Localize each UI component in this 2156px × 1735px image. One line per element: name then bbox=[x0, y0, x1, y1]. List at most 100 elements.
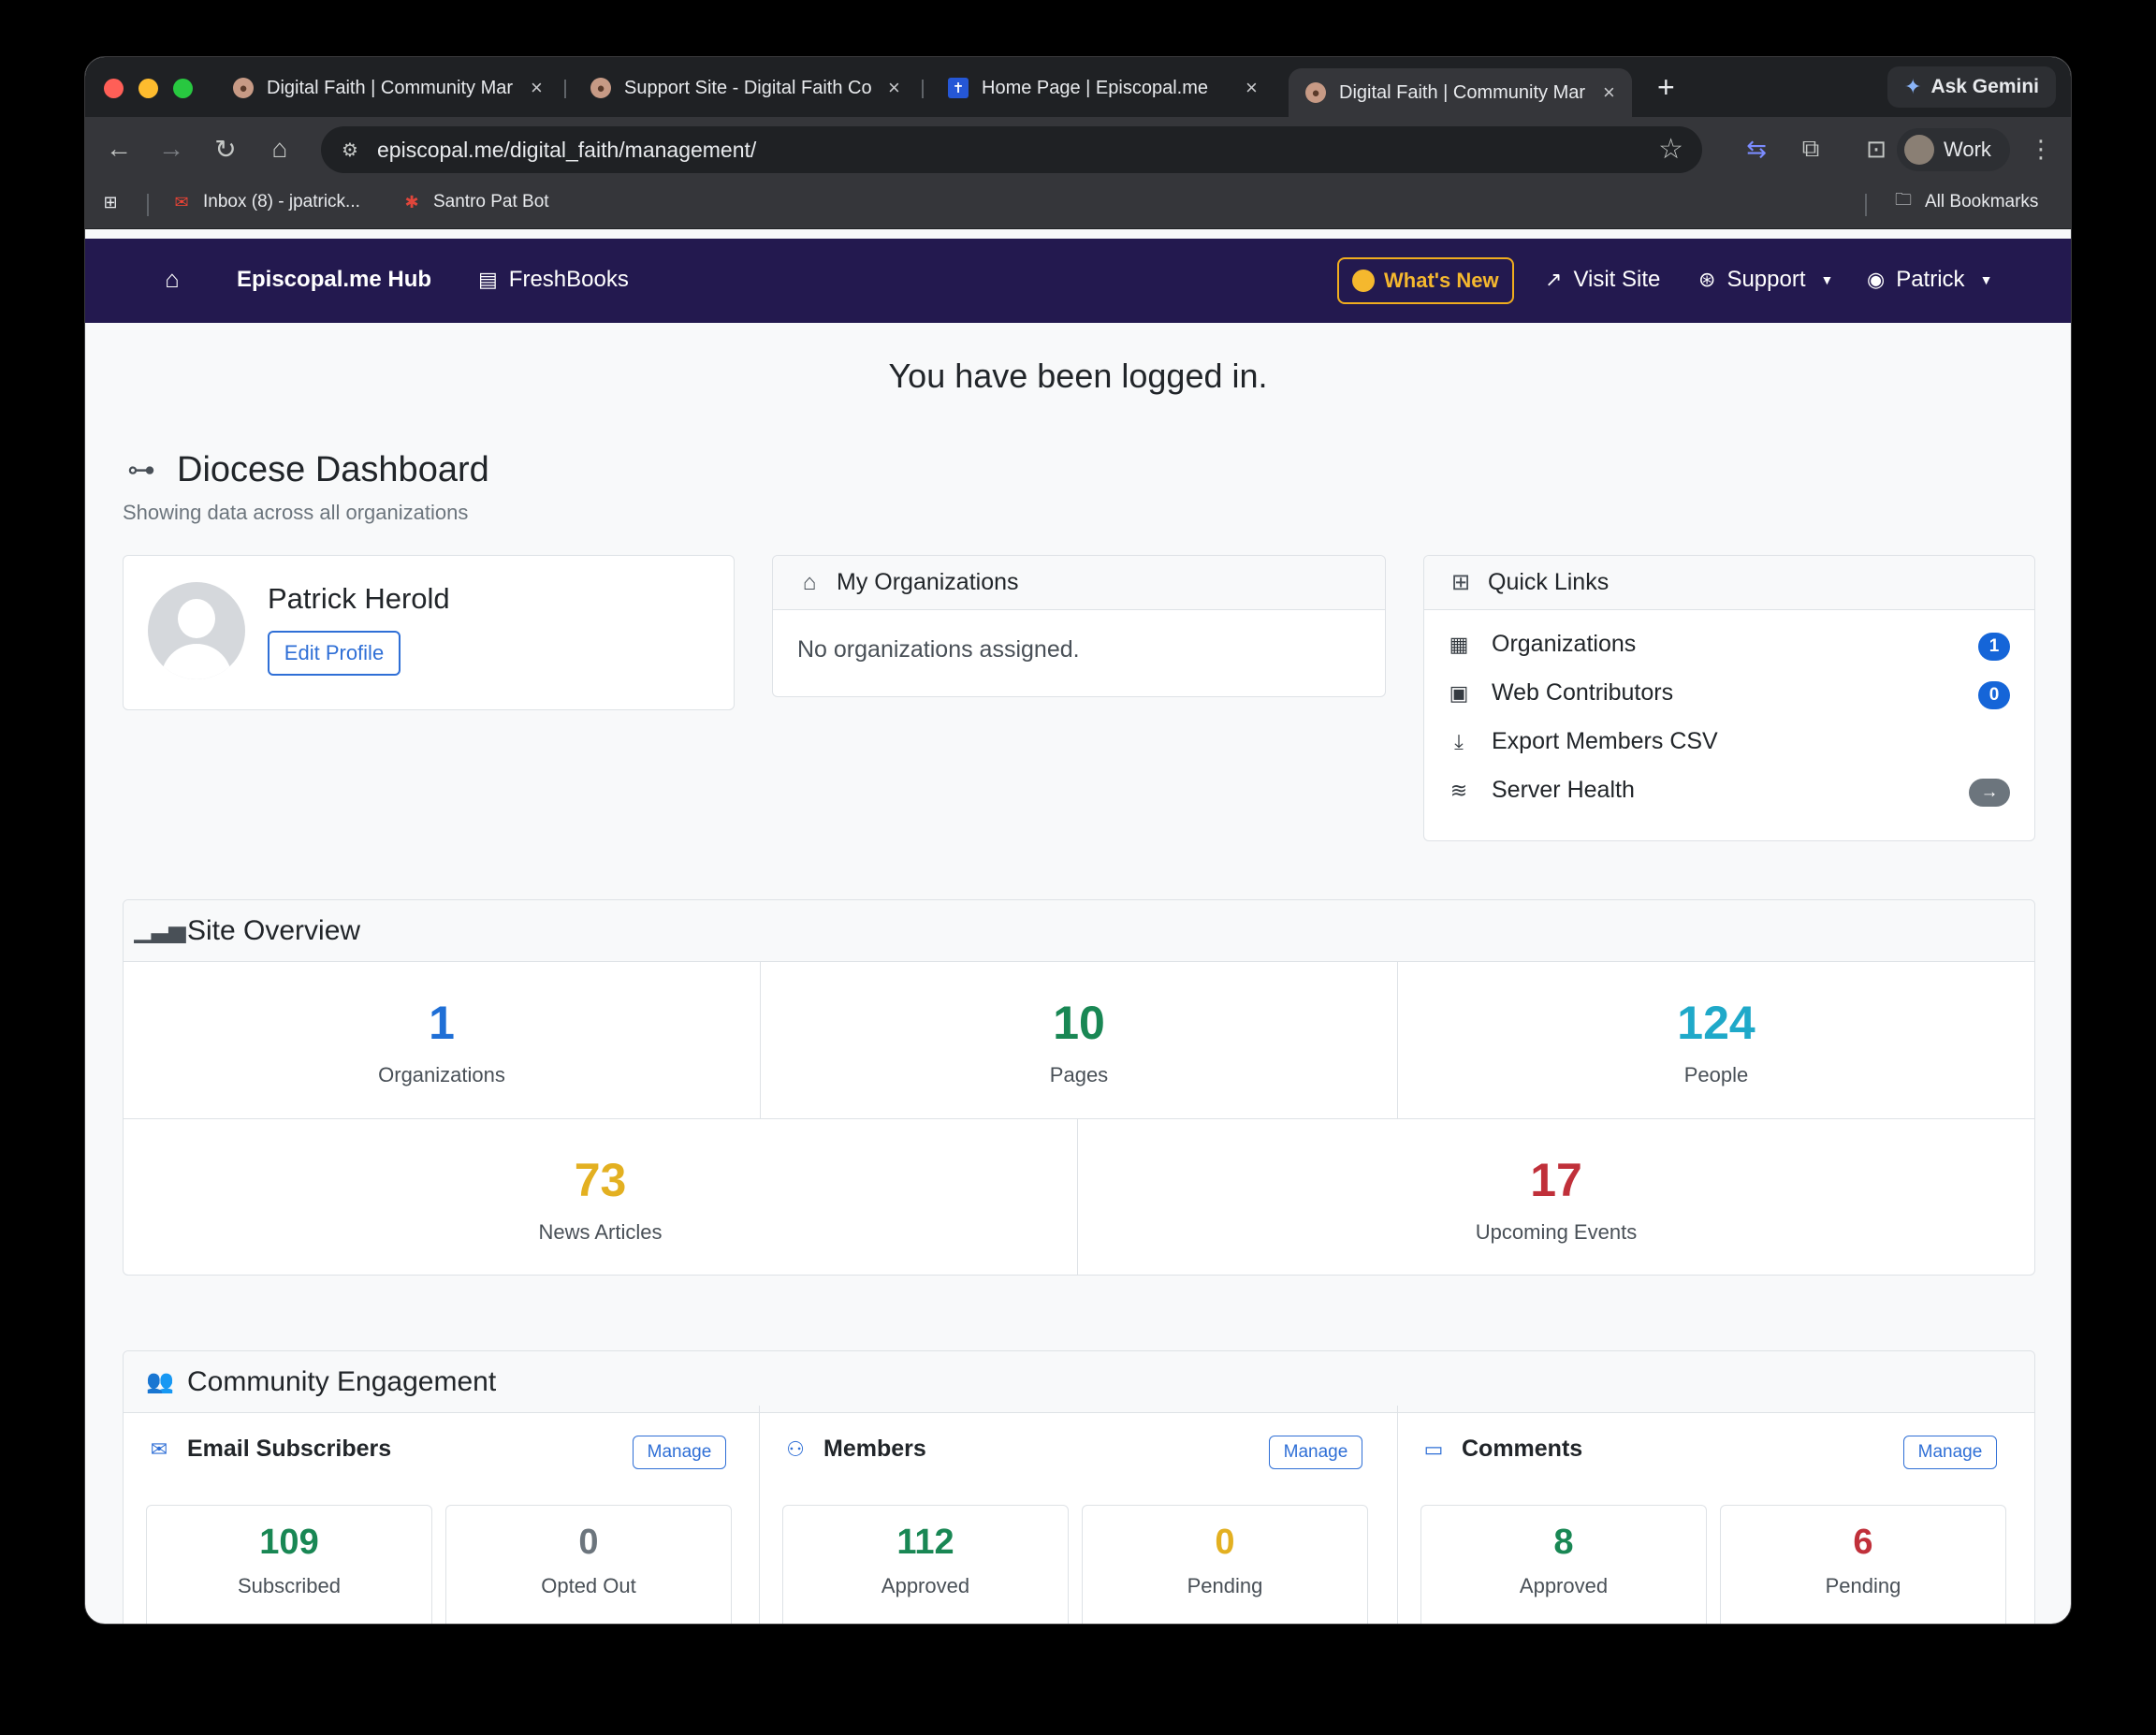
database-icon: ≋ bbox=[1449, 778, 1468, 802]
community-engagement-title: Community Engagement bbox=[187, 1365, 497, 1397]
bookmark-separator bbox=[147, 194, 149, 216]
site-favicon-icon: ● bbox=[590, 78, 611, 98]
stat-value: 73 bbox=[574, 1154, 627, 1206]
manage-members-button[interactable]: Manage bbox=[1269, 1436, 1362, 1469]
reload-icon[interactable]: ↻ bbox=[207, 130, 244, 168]
user-dropdown[interactable]: ◉ Patrick ▼ bbox=[1867, 267, 1992, 293]
bot-icon: ✱ bbox=[404, 192, 419, 211]
brand-label: Episcopal.me Hub bbox=[237, 267, 432, 292]
tab-title: Home Page | Episcopal.me bbox=[982, 77, 1208, 98]
stat-upcoming-events[interactable]: 17 Upcoming Events bbox=[1078, 1119, 2034, 1275]
home-icon[interactable]: ⌂ bbox=[261, 130, 299, 168]
profile-name: Patrick Herold bbox=[268, 582, 450, 615]
bookmark-inbox[interactable]: ✉ Inbox (8) - jpatrick... bbox=[169, 192, 360, 212]
minimize-window-button[interactable] bbox=[138, 79, 158, 98]
site-settings-icon[interactable]: ⚙ bbox=[336, 136, 364, 164]
bookmark-star-icon[interactable]: ☆ bbox=[1658, 133, 1683, 166]
tab-strip: ● Digital Faith | Community Mar × ● Supp… bbox=[85, 57, 2071, 117]
stat-organizations[interactable]: 1 Organizations bbox=[124, 962, 761, 1119]
more-menu-icon[interactable]: ⋮ bbox=[2024, 132, 2058, 166]
quick-link-server-health[interactable]: ≋ Server Health bbox=[1447, 777, 1635, 804]
tab-close-icon[interactable]: × bbox=[531, 76, 543, 100]
browser-toolbar: ← → ↻ ⌂ ⚙ episcopal.me/digital_faith/man… bbox=[85, 117, 2071, 181]
quick-link-label: Web Contributors bbox=[1492, 679, 1674, 706]
url-text: episcopal.me/digital_faith/management/ bbox=[377, 137, 757, 162]
stat-news-articles[interactable]: 73 News Articles bbox=[124, 1119, 1078, 1275]
navbar-home-icon[interactable]: ⌂ bbox=[158, 265, 186, 293]
stat-label: Approved bbox=[881, 1574, 970, 1597]
close-window-button[interactable] bbox=[104, 79, 124, 98]
avatar bbox=[148, 582, 245, 679]
tab-title: Digital Faith | Community Mar bbox=[267, 77, 514, 98]
tab-close-icon[interactable]: × bbox=[1246, 76, 1258, 100]
support-dropdown[interactable]: ⊛ Support ▼ bbox=[1698, 267, 1833, 293]
forward-arrow-icon[interactable]: → bbox=[153, 130, 190, 168]
bookmark-label: Santro Pat Bot bbox=[433, 192, 549, 211]
comments-section: ▭ Comments Manage 8 Approved 6 Pending bbox=[1398, 1406, 2034, 1624]
tab-close-icon[interactable]: × bbox=[888, 76, 900, 100]
caret-down-icon: ▼ bbox=[1820, 272, 1834, 287]
bookmark-label: Inbox (8) - jpatrick... bbox=[203, 192, 360, 211]
manage-comments-button[interactable]: Manage bbox=[1903, 1436, 1997, 1469]
stat-label: Pages bbox=[1049, 1063, 1109, 1086]
members-section: ⚇ Members Manage 112 Approved 0 Pending bbox=[760, 1406, 1398, 1624]
profile-button[interactable]: Work bbox=[1897, 128, 2010, 171]
maximize-window-button[interactable] bbox=[173, 79, 193, 98]
cross-favicon-icon: ✝ bbox=[948, 78, 969, 98]
extensions-puzzle-icon[interactable]: ⧉ bbox=[1794, 132, 1828, 166]
bookmarks-bar: ⊞ ✉ Inbox (8) - jpatrick... ✱ Santro Pat… bbox=[85, 181, 2071, 229]
arrow-right-icon[interactable]: → bbox=[1969, 779, 2010, 807]
ask-gemini-label: Ask Gemini bbox=[1930, 76, 2039, 97]
stat-label: Pending bbox=[1187, 1574, 1263, 1597]
extension-icon[interactable]: ⇆ bbox=[1740, 132, 1773, 166]
ask-gemini-button[interactable]: ✦ Ask Gemini bbox=[1887, 66, 2056, 108]
support-label: Support bbox=[1726, 267, 1806, 292]
gmail-icon: ✉ bbox=[174, 192, 189, 211]
quick-link-export-members-csv[interactable]: ⤓ Export Members CSV bbox=[1447, 728, 1718, 755]
profile-label: Work bbox=[1944, 138, 1991, 161]
life-ring-icon: ⊛ bbox=[1698, 268, 1716, 291]
caret-down-icon: ▼ bbox=[1979, 272, 1993, 287]
edit-profile-button[interactable]: Edit Profile bbox=[268, 631, 401, 676]
brand-link[interactable]: Episcopal.me Hub bbox=[237, 267, 431, 293]
stat-value: 124 bbox=[1677, 997, 1755, 1049]
tab-separator bbox=[564, 80, 566, 98]
stat-label: Approved bbox=[1519, 1574, 1609, 1597]
apps-grid-icon[interactable]: ⊞ bbox=[98, 192, 123, 212]
site-overview-card: ▁▃▅ Site Overview 1 Organizations 10 Pag… bbox=[123, 899, 2035, 1276]
tab-search-icon[interactable]: ⊡ bbox=[1859, 132, 1893, 166]
browser-tab-3[interactable]: ✝ Home Page | Episcopal.me × bbox=[931, 66, 1275, 109]
download-icon: ⤓ bbox=[1454, 729, 1464, 753]
user-circle-icon: ◉ bbox=[1867, 268, 1886, 291]
card-header: ⊞ Quick Links bbox=[1424, 556, 2034, 610]
stat-value: 6 bbox=[1853, 1523, 1873, 1562]
whats-new-button[interactable]: What's New bbox=[1337, 257, 1514, 304]
manage-subscribers-button[interactable]: Manage bbox=[633, 1436, 726, 1469]
user-gear-icon: ⚇ bbox=[786, 1436, 805, 1461]
tab-close-icon[interactable]: × bbox=[1603, 80, 1615, 105]
section-title: Comments bbox=[1462, 1436, 1583, 1462]
visit-site-label: Visit Site bbox=[1573, 267, 1661, 292]
comment-icon: ▭ bbox=[1423, 1436, 1444, 1461]
site-favicon-icon: ● bbox=[1305, 82, 1326, 103]
stat-value: 10 bbox=[1053, 997, 1105, 1049]
back-arrow-icon[interactable]: ← bbox=[100, 130, 138, 168]
browser-tab-2[interactable]: ● Support Site - Digital Faith Co × bbox=[574, 66, 917, 109]
address-bar[interactable]: ⚙ episcopal.me/digital_faith/management/… bbox=[321, 126, 1702, 173]
bookmark-santro-pat-bot[interactable]: ✱ Santro Pat Bot bbox=[400, 192, 549, 212]
quick-link-organizations[interactable]: ▦ Organizations bbox=[1447, 631, 1637, 658]
visit-site-link[interactable]: ↗ Visit Site bbox=[1545, 267, 1660, 293]
stat-comments-pending: 6 Pending bbox=[1720, 1505, 2006, 1624]
all-bookmarks[interactable]: 🗀 All Bookmarks bbox=[1891, 190, 2038, 212]
user-label: Patrick bbox=[1896, 267, 1965, 292]
stat-pages[interactable]: 10 Pages bbox=[761, 962, 1398, 1119]
new-tab-icon[interactable]: + bbox=[1657, 70, 1675, 105]
stat-subscribed: 109 Subscribed bbox=[146, 1505, 432, 1624]
stat-value: 0 bbox=[578, 1523, 599, 1562]
external-link-icon: ↗ bbox=[1545, 268, 1563, 291]
browser-tab-4-active[interactable]: ● Digital Faith | Community Mar × bbox=[1289, 68, 1632, 117]
freshbooks-link[interactable]: ▤ FreshBooks bbox=[478, 267, 629, 293]
browser-tab-1[interactable]: ● Digital Faith | Community Mar × bbox=[216, 66, 560, 109]
quick-link-web-contributors[interactable]: ▣ Web Contributors bbox=[1447, 679, 1673, 707]
stat-people[interactable]: 124 People bbox=[1398, 962, 2034, 1119]
